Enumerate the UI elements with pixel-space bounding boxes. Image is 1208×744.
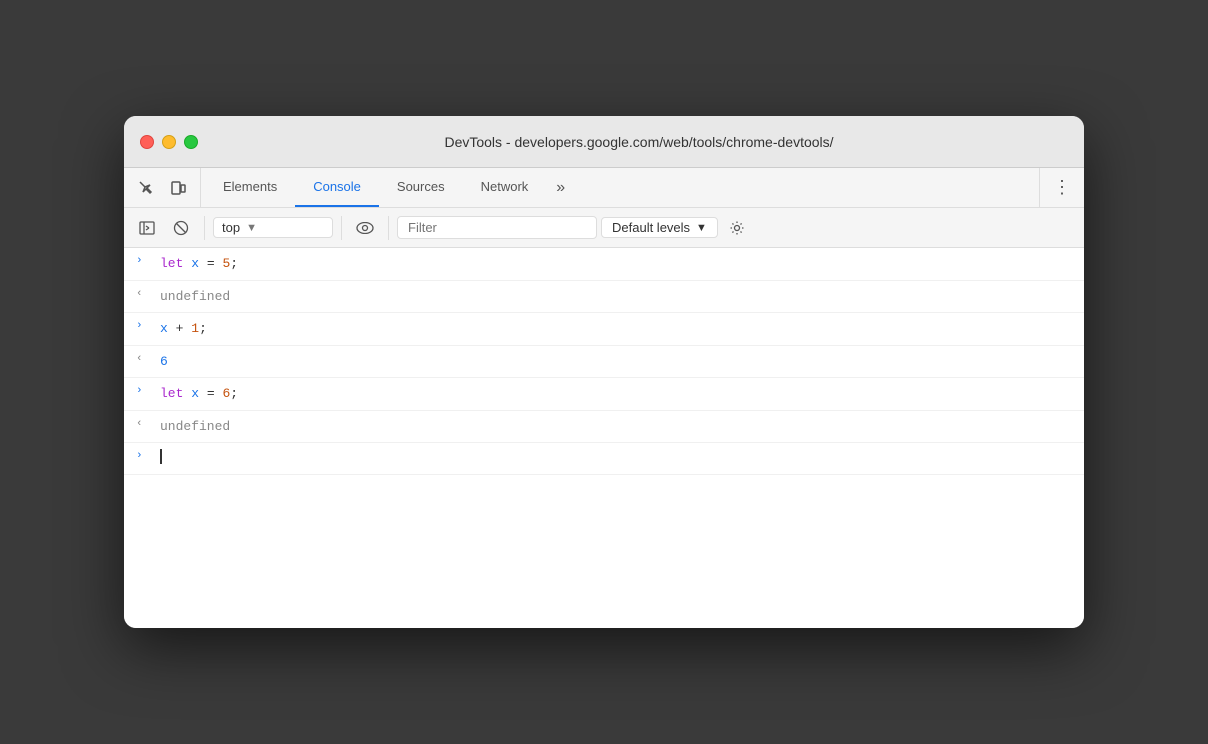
maximize-button[interactable] (184, 135, 198, 149)
console-row-1: › let x = 5; (124, 248, 1084, 281)
console-row-3: › x + 1; (124, 313, 1084, 346)
active-input-line[interactable] (160, 449, 1072, 464)
console-row-4: ‹ 6 (124, 346, 1084, 379)
filter-input[interactable] (397, 216, 597, 239)
context-selector[interactable]: top ▼ (213, 217, 333, 238)
active-input-chevron: › (136, 450, 156, 462)
output-chevron-3: ‹ (136, 418, 156, 430)
tab-bar-right: ⋮ (1039, 168, 1076, 207)
console-line-6: undefined (160, 417, 1072, 437)
toolbar-divider-3 (388, 216, 389, 240)
output-chevron-1: ‹ (136, 288, 156, 300)
tab-bar: Elements Console Sources Network » ⋮ (124, 168, 1084, 208)
show-sidebar-button[interactable] (132, 214, 162, 242)
console-line-4: 6 (160, 352, 1072, 372)
tab-console[interactable]: Console (295, 168, 379, 207)
console-row-5: › let x = 6; (124, 378, 1084, 411)
input-chevron-3[interactable]: › (136, 385, 156, 397)
more-tabs-button[interactable]: » (546, 168, 575, 207)
console-toolbar: top ▼ Default levels ▼ (124, 208, 1084, 248)
devtools-window: DevTools - developers.google.com/web/too… (124, 116, 1084, 628)
output-chevron-2: ‹ (136, 353, 156, 365)
tab-sources[interactable]: Sources (379, 168, 463, 207)
text-cursor (160, 449, 162, 464)
console-active-input[interactable]: › (124, 443, 1084, 475)
device-toggle-icon[interactable] (164, 174, 192, 202)
input-chevron-2[interactable]: › (136, 320, 156, 332)
minimize-button[interactable] (162, 135, 176, 149)
input-chevron-1[interactable]: › (136, 255, 156, 267)
console-content: › let x = 5; ‹ undefined › x + 1; ‹ 6 (124, 248, 1084, 628)
title-bar: DevTools - developers.google.com/web/too… (124, 116, 1084, 168)
console-line-5: let x = 6; (160, 384, 1072, 404)
context-selector-arrow: ▼ (246, 222, 257, 234)
console-row-2: ‹ undefined (124, 281, 1084, 314)
close-button[interactable] (140, 135, 154, 149)
live-expressions-button[interactable] (350, 214, 380, 242)
console-row-6: ‹ undefined (124, 411, 1084, 444)
window-title: DevTools - developers.google.com/web/too… (210, 134, 1068, 150)
console-line-1: let x = 5; (160, 254, 1072, 274)
tab-elements[interactable]: Elements (205, 168, 295, 207)
more-options-button[interactable]: ⋮ (1048, 174, 1076, 202)
console-line-3: x + 1; (160, 319, 1072, 339)
traffic-lights (140, 135, 198, 149)
log-levels-button[interactable]: Default levels ▼ (601, 217, 718, 238)
tabs-container: Elements Console Sources Network » (205, 168, 1039, 207)
clear-console-button[interactable] (166, 214, 196, 242)
toolbar-divider-2 (341, 216, 342, 240)
toolbar-divider-1 (204, 216, 205, 240)
console-line-2: undefined (160, 287, 1072, 307)
inspect-icon[interactable] (132, 174, 160, 202)
tab-network[interactable]: Network (463, 168, 547, 207)
settings-button[interactable] (722, 214, 752, 242)
tab-bar-actions (132, 168, 201, 207)
